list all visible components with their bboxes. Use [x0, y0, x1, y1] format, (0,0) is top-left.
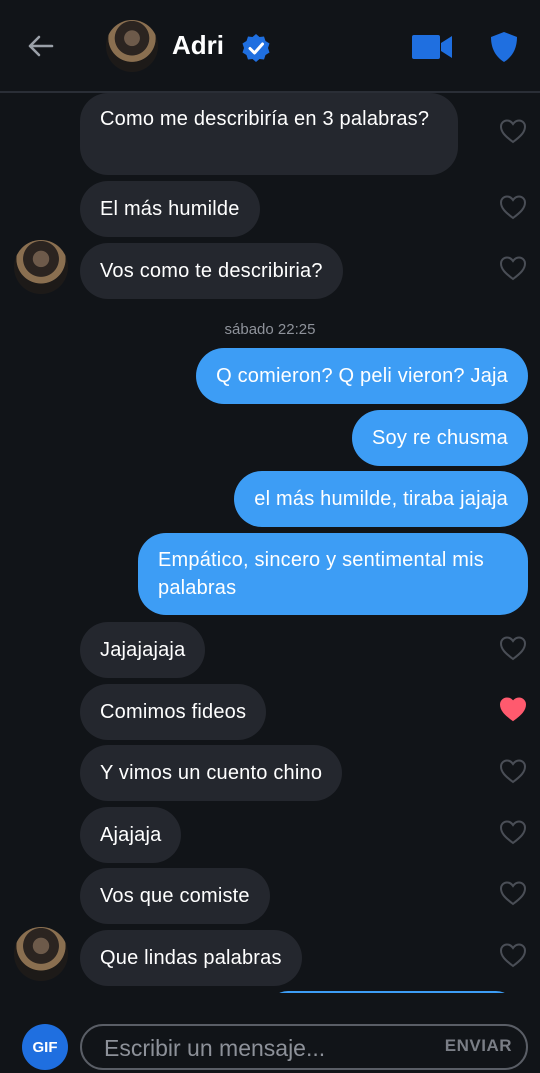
- contact-name[interactable]: Adri: [172, 30, 224, 61]
- liked-heart-icon[interactable]: [499, 696, 527, 722]
- like-heart-icon[interactable]: [499, 758, 527, 784]
- like-heart-icon[interactable]: [499, 118, 527, 144]
- outgoing-message[interactable]: Empático, sincero y sentimental mis pala…: [138, 533, 528, 615]
- incoming-message[interactable]: El más humilde: [80, 181, 260, 237]
- message-input[interactable]: [102, 1032, 426, 1064]
- video-camera-icon[interactable]: [410, 34, 454, 60]
- incoming-message[interactable]: Ajajaja: [80, 807, 182, 863]
- shield-icon[interactable]: [488, 30, 520, 64]
- back-arrow-icon[interactable]: [24, 30, 56, 62]
- incoming-message[interactable]: Que lindas palabras: [80, 930, 302, 986]
- message-list[interactable]: Como me describiría en 3 palabras? El má…: [0, 93, 540, 993]
- message-timestamp: sábado 22:25: [224, 321, 316, 338]
- like-heart-icon[interactable]: [499, 819, 527, 845]
- outgoing-message[interactable]: Q comieron? Q peli vieron? Jaja: [196, 348, 528, 404]
- incoming-message[interactable]: Comimos fideos: [80, 684, 267, 740]
- incoming-message[interactable]: Y vimos un cuento chino: [80, 745, 343, 801]
- chat-header: Adri: [0, 0, 540, 93]
- incoming-message[interactable]: Vos como te describiria?: [80, 243, 343, 299]
- verified-badge-icon: [242, 34, 270, 62]
- send-button[interactable]: ENVIAR: [445, 1036, 512, 1056]
- like-heart-icon[interactable]: [499, 880, 527, 906]
- contact-avatar[interactable]: [106, 20, 158, 72]
- incoming-message[interactable]: Jajajajaja: [80, 622, 206, 678]
- like-heart-icon[interactable]: [499, 255, 527, 281]
- incoming-message[interactable]: Vos que comiste: [80, 868, 270, 924]
- incoming-message[interactable]: Como me describiría en 3 palabras?: [80, 93, 458, 175]
- contact-avatar[interactable]: [14, 927, 68, 981]
- outgoing-message[interactable]: el más humilde, tiraba jajaja: [234, 471, 528, 527]
- contact-avatar[interactable]: [14, 240, 68, 294]
- like-heart-icon[interactable]: [499, 635, 527, 661]
- like-heart-icon[interactable]: [499, 942, 527, 968]
- gif-button[interactable]: GIF: [22, 1024, 68, 1070]
- like-heart-icon[interactable]: [499, 194, 527, 220]
- outgoing-message[interactable]: Soy re chusma: [352, 410, 528, 466]
- message-input-container: ENVIAR: [80, 1024, 528, 1070]
